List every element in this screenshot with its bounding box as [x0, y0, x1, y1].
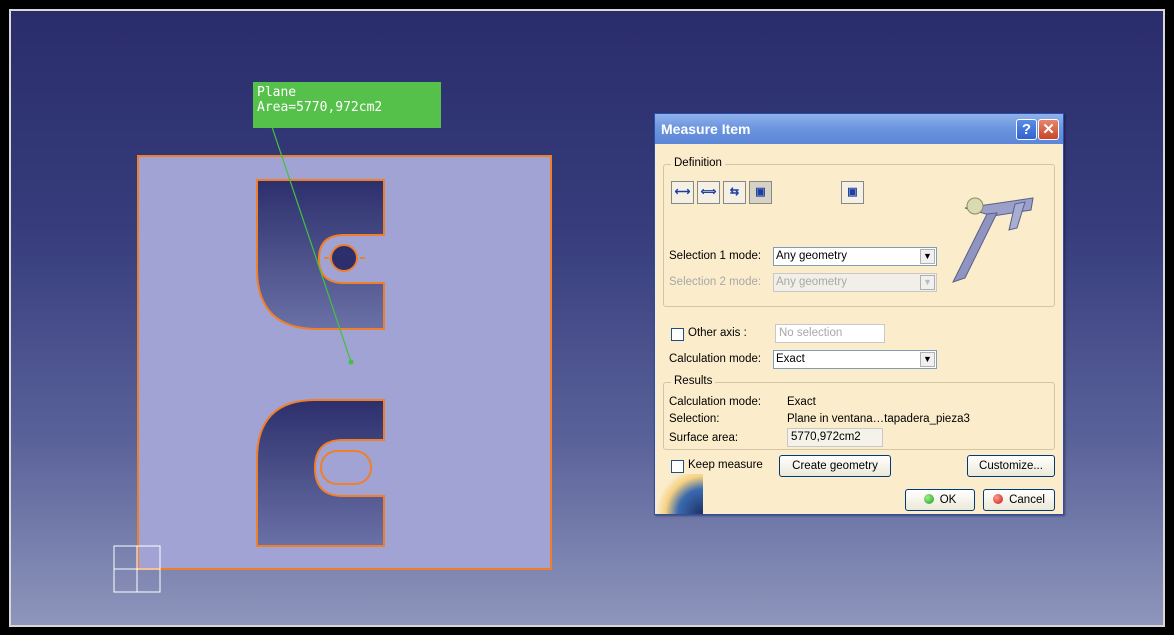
selection2-mode-select: Any geometry ▼ [773, 273, 937, 292]
cancel-red-icon [993, 494, 1004, 504]
annotation-title: Plane [257, 85, 297, 100]
annotation-area: Area=5770,972cm2 [257, 100, 383, 115]
keep-measure-label: Keep measure [688, 459, 763, 471]
customize-button[interactable]: Customize... [967, 455, 1055, 477]
other-axis-checkbox[interactable] [671, 328, 684, 341]
selection2-label: Selection 2 mode: [669, 276, 762, 288]
definition-legend: Definition [671, 157, 725, 169]
results-selection-label: Selection: [669, 413, 720, 425]
ok-green-icon [923, 494, 934, 504]
measure-thickness-icon[interactable]: ▣ [841, 181, 864, 204]
results-calc-mode-label: Calculation mode: [669, 396, 762, 408]
surface-area-label: Surface area: [669, 432, 739, 444]
results-legend: Results [671, 375, 716, 387]
calculation-mode-value: Exact [776, 353, 805, 365]
create-geometry-button[interactable]: Create geometry [779, 455, 891, 477]
window-frame: Plane Area=5770,972cm2 Measure Item ? ✕ … [0, 0, 1174, 635]
ok-label: OK [939, 494, 957, 506]
help-icon[interactable]: ? [1016, 119, 1037, 140]
chevron-down-icon: ▼ [920, 275, 935, 290]
calculation-mode-label: Calculation mode: [669, 353, 762, 365]
calculation-mode-select[interactable]: Exact ▼ [773, 350, 937, 369]
chevron-down-icon[interactable]: ▼ [920, 352, 935, 367]
measure-between-chain-icon[interactable]: ⟺ [697, 181, 720, 204]
other-axis-label: Other axis : [688, 327, 747, 339]
selection1-mode-select[interactable]: Any geometry ▼ [773, 247, 937, 266]
measure-between-icon[interactable]: ⟷ [671, 181, 694, 204]
caliper-icon [952, 197, 1034, 283]
cancel-button[interactable]: Cancel [983, 489, 1055, 511]
dialog-title: Measure Item [661, 121, 751, 137]
other-axis-field: No selection [775, 324, 885, 343]
measure-annotation[interactable]: Plane Area=5770,972cm2 [253, 82, 441, 128]
measure-item-dialog: Measure Item ? ✕ Definition ⟷ ⟺ ⇆ ▣ ▣ Se… [654, 113, 1064, 515]
globe-decoration-icon [655, 474, 703, 514]
results-selection-value: Plane in ventana…tapadera_pieza3 [787, 413, 970, 425]
3d-viewport[interactable]: Plane Area=5770,972cm2 Measure Item ? ✕ … [9, 9, 1165, 627]
selection1-value: Any geometry [776, 250, 847, 262]
ok-button[interactable]: OK [905, 489, 975, 511]
surface-area-value: 5770,972cm2 [787, 428, 883, 447]
measure-item-icon[interactable]: ▣ [749, 181, 772, 204]
close-icon[interactable]: ✕ [1038, 119, 1059, 140]
results-calc-mode-value: Exact [787, 396, 816, 408]
cancel-label: Cancel [1009, 494, 1045, 506]
lower-slot [320, 450, 372, 485]
measure-between-fan-icon[interactable]: ⇆ [723, 181, 746, 204]
upper-hole [330, 244, 358, 272]
selection1-label: Selection 1 mode: [669, 250, 762, 262]
selection2-value: Any geometry [776, 276, 847, 288]
dialog-titlebar[interactable]: Measure Item [655, 114, 1063, 144]
keep-measure-checkbox[interactable] [671, 460, 684, 473]
chevron-down-icon[interactable]: ▼ [920, 249, 935, 264]
